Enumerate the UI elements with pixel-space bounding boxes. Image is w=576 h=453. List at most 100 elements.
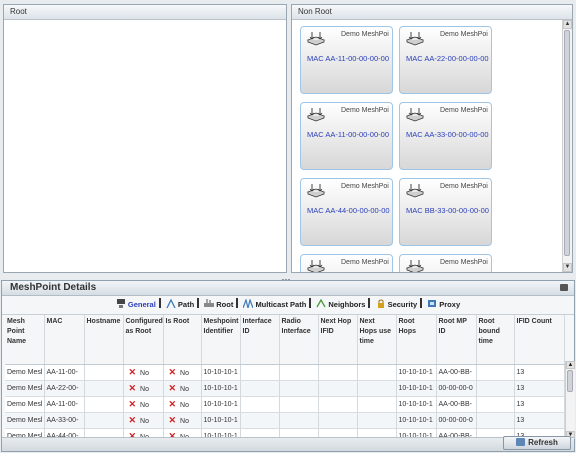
access-point-device-icon <box>306 108 326 122</box>
boolean-value: No <box>140 370 149 377</box>
table-cell: AA-00-BB- <box>436 364 477 381</box>
mesh-point-card[interactable]: Demo MeshPoi <box>399 254 492 272</box>
scroll-up-arrow-icon[interactable]: ▲ <box>563 20 572 29</box>
configured-as-root-cell: ✕No <box>123 380 164 397</box>
red-x-icon: ✕ <box>168 367 177 377</box>
refresh-button-label: Refresh <box>528 438 558 447</box>
mesh-point-card[interactable]: Demo MeshPoi MAC AA-33-00-00-00-00 <box>399 102 492 170</box>
details-footer <box>2 437 574 451</box>
tab-security[interactable]: Security <box>375 296 419 314</box>
tab-general[interactable]: General <box>115 296 157 314</box>
red-x-icon: ✕ <box>168 415 177 425</box>
tab-proxy-label: Proxy <box>439 300 461 309</box>
non-root-panel: Non Root Demo MeshPoi MAC AA-11-00-00-00-… <box>291 4 573 273</box>
mesh-point-card[interactable]: Demo MeshPoi MAC AA-22-00-00-00-00 <box>399 26 492 94</box>
meshpoint-details-title: MeshPoint Details <box>2 281 574 296</box>
panel-splitter[interactable] <box>282 274 292 281</box>
mesh-point-mac: MAC AA-22-00-00-00-00 <box>406 54 489 63</box>
table-cell: AA-11-00- <box>44 396 85 413</box>
table-cell <box>84 380 124 397</box>
column-header[interactable]: Radio Interface <box>279 315 319 365</box>
red-x-icon: ✕ <box>168 399 177 409</box>
security-icon <box>377 299 384 308</box>
meshpoint-details-panel: MeshPoint Details General Path Root Mult… <box>1 280 575 452</box>
red-x-icon: ✕ <box>128 399 137 409</box>
meshpoint-details-table: Mesh Point Name MAC Hostname Configured as … <box>5 315 565 445</box>
configured-as-root-cell: ✕No <box>123 364 164 381</box>
column-header[interactable]: Meshpoint Identifier <box>201 315 241 365</box>
mesh-point-name: Demo MeshPoi <box>341 31 389 38</box>
mesh-point-mac: MAC BB-33-00-00-00-00 <box>406 206 489 215</box>
boolean-value: No <box>180 402 189 409</box>
table-cell: Demo Mesl <box>5 412 45 429</box>
access-point-device-icon <box>405 108 425 122</box>
column-header[interactable]: Interface ID <box>240 315 280 365</box>
mesh-point-card[interactable]: Demo MeshPoi MAC AA-11-00-00-00-00 <box>300 26 393 94</box>
column-header[interactable]: Next Hop IFID <box>318 315 358 365</box>
access-point-device-icon <box>405 32 425 46</box>
column-header[interactable]: Root MP ID <box>436 315 477 365</box>
column-header[interactable]: Configured as Root <box>123 315 164 365</box>
tab-root[interactable]: Root <box>203 296 234 314</box>
tab-proxy[interactable]: Proxy <box>426 296 461 314</box>
table-cell: 13 <box>514 380 565 397</box>
red-x-icon: ✕ <box>128 367 137 377</box>
tab-neighbors[interactable]: Neighbors <box>315 296 366 314</box>
mesh-point-mac: MAC AA-11-00-00-00-00 <box>307 130 389 139</box>
table-row[interactable]: Demo Mesl AA-11-00- ✕ No ✕ No 10-10-10-1 10-10-… <box>5 364 565 381</box>
boolean-value: No <box>140 418 149 425</box>
table-cell: 10-10-10-1 <box>201 412 241 429</box>
table-cell <box>476 364 515 381</box>
table-cell <box>357 396 397 413</box>
non-root-scrollbar[interactable]: ▲ ▼ <box>562 20 572 272</box>
root-panel-title: Root <box>4 5 286 20</box>
is-root-cell: ✕No <box>163 396 202 413</box>
scrollbar-thumb[interactable] <box>564 30 570 256</box>
table-cell <box>357 380 397 397</box>
column-header[interactable]: IFID Count <box>514 315 565 365</box>
tab-path[interactable]: Path <box>165 296 195 314</box>
table-row[interactable]: Demo Mesl AA-33-00- ✕ No ✕ No 10-10-10-1 10-10-… <box>5 412 565 429</box>
table-cell <box>318 380 358 397</box>
table-scrollbar-thumb[interactable] <box>567 370 573 392</box>
mesh-point-card[interactable]: Demo MeshPoi MAC AA-11-00-00-00-00 <box>300 102 393 170</box>
table-cell <box>240 380 280 397</box>
mesh-point-card[interactable]: Demo MeshPoi MAC AA-44-00-00-00-00 <box>300 178 393 246</box>
configured-as-root-cell: ✕No <box>123 412 164 429</box>
tab-multicast-path[interactable]: Multicast Path <box>242 296 307 314</box>
tab-multicast-path-label: Multicast Path <box>255 300 307 309</box>
mesh-point-card[interactable]: Demo MeshPoi <box>300 254 393 272</box>
red-x-icon: ✕ <box>128 415 137 425</box>
tab-neighbors-label: Neighbors <box>328 300 366 309</box>
table-row[interactable]: Demo Mesl AA-11-00- ✕ No ✕ No 10-10-10-1 10-10-… <box>5 396 565 413</box>
mesh-point-mac: MAC AA-11-00-00-00-00 <box>307 54 389 63</box>
column-header[interactable]: Mesh Point Name <box>5 315 45 365</box>
column-header[interactable]: Root bound time <box>476 315 515 365</box>
table-cell <box>476 380 515 397</box>
column-header[interactable]: Is Root <box>163 315 202 365</box>
collapse-icon[interactable] <box>560 284 568 291</box>
column-header[interactable]: MAC <box>44 315 85 365</box>
table-cell <box>318 396 358 413</box>
column-header[interactable]: Next Hops use time <box>357 315 397 365</box>
is-root-cell: ✕No <box>163 380 202 397</box>
access-point-device-icon <box>306 260 326 272</box>
mesh-point-name: Demo MeshPoi <box>440 183 488 190</box>
column-header[interactable]: Root Hops <box>396 315 437 365</box>
table-cell: 10-10-10-1 <box>201 396 241 413</box>
configured-as-root-cell: ✕No <box>123 396 164 413</box>
table-scroll-up-icon[interactable]: ▲ <box>566 361 575 369</box>
column-header[interactable]: Hostname <box>84 315 124 365</box>
mesh-point-name: Demo MeshPoi <box>341 259 389 266</box>
refresh-button[interactable]: Refresh <box>503 436 571 450</box>
scroll-down-arrow-icon[interactable]: ▼ <box>563 263 572 272</box>
mesh-point-card[interactable]: Demo MeshPoi MAC BB-33-00-00-00-00 <box>399 178 492 246</box>
table-cell <box>240 364 280 381</box>
table-scrollbar[interactable]: ▲ ▼ <box>565 361 575 439</box>
table-row[interactable]: Demo Mesl AA-22-00- ✕ No ✕ No 10-10-10-1 10-10-… <box>5 380 565 397</box>
table-cell: Demo Mesl <box>5 396 45 413</box>
boolean-value: No <box>140 402 149 409</box>
boolean-value: No <box>180 386 189 393</box>
table-cell: 10-10-10-1 <box>396 412 437 429</box>
table-cell <box>279 412 319 429</box>
